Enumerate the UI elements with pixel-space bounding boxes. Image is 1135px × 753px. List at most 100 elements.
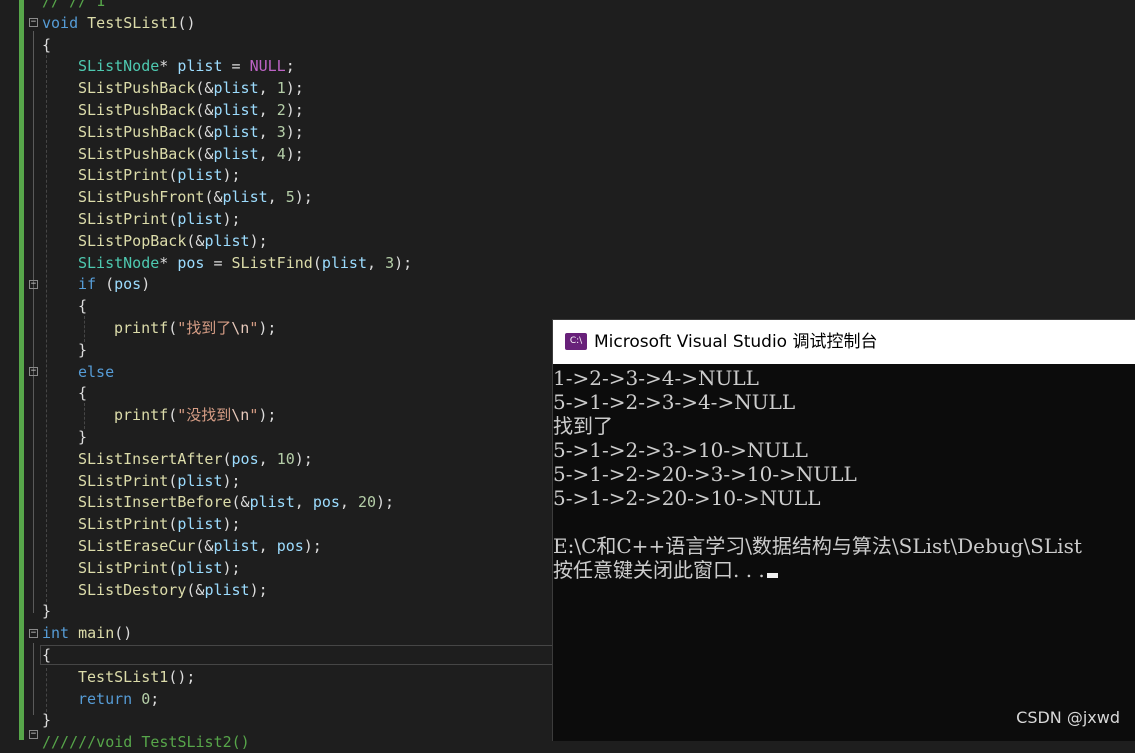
code-line[interactable]: } bbox=[78, 426, 87, 448]
code-token: () bbox=[177, 13, 196, 32]
code-token: SListEraseCur bbox=[78, 537, 196, 555]
code-token: NULL bbox=[249, 57, 286, 76]
code-token: ); bbox=[222, 515, 241, 534]
code-token: SListFind bbox=[231, 253, 313, 272]
code-line[interactable]: else bbox=[78, 361, 114, 383]
code-token: if bbox=[78, 275, 97, 294]
change-tracking-bar bbox=[19, 0, 24, 740]
code-token: pos bbox=[177, 253, 205, 272]
code-token: ); bbox=[294, 449, 313, 468]
code-token: (& bbox=[195, 144, 214, 163]
console-output-line: 5->1->2->3->4->NULL bbox=[553, 390, 795, 414]
console-output-text: 1->2->3->4->NULL bbox=[553, 366, 759, 390]
code-token: , bbox=[258, 79, 277, 98]
code-token: (); bbox=[168, 667, 196, 686]
code-token: SListPrint bbox=[78, 210, 169, 228]
code-line[interactable]: int main() bbox=[42, 622, 132, 644]
code-line[interactable]: SListPushBack(&plist, 4); bbox=[78, 143, 304, 165]
code-token: ); bbox=[222, 166, 241, 185]
code-token: pos bbox=[114, 275, 142, 294]
code-line[interactable]: SListEraseCur(&plist, pos); bbox=[78, 535, 322, 557]
code-token: 10 bbox=[276, 449, 295, 468]
code-line[interactable]: SListInsertBefore(&plist, pos, 20); bbox=[78, 491, 394, 513]
code-token: \n bbox=[231, 319, 250, 337]
code-token: // // 1 bbox=[42, 0, 106, 10]
fold-collapse-icon[interactable]: − bbox=[29, 18, 38, 27]
fold-collapse-icon[interactable]: − bbox=[29, 280, 38, 289]
code-line[interactable]: { bbox=[42, 644, 51, 666]
code-line[interactable]: void TestSList1() bbox=[42, 12, 196, 34]
code-token: SListNode bbox=[78, 253, 160, 272]
code-token: plist bbox=[177, 166, 223, 185]
code-token: printf bbox=[114, 406, 169, 425]
code-line[interactable]: TestSList1(); bbox=[78, 666, 195, 688]
code-token: ); bbox=[285, 101, 304, 119]
code-line[interactable]: SListPrint(plist); bbox=[78, 557, 241, 579]
code-line[interactable]: SListPrint(plist); bbox=[78, 208, 241, 230]
code-line[interactable]: SListNode* pos = SListFind(plist, 3); bbox=[78, 252, 412, 274]
code-token: " bbox=[249, 406, 259, 425]
code-token: (& bbox=[195, 537, 214, 555]
code-line[interactable]: { bbox=[42, 34, 51, 56]
code-token: ); bbox=[294, 188, 313, 207]
console-output-text: 按任意键关闭此窗口. . . bbox=[553, 558, 765, 582]
code-token: SListPushBack bbox=[78, 101, 196, 119]
code-token: , bbox=[339, 493, 358, 512]
code-line[interactable]: printf("没找到\n"); bbox=[114, 404, 276, 426]
code-token: " bbox=[249, 319, 259, 337]
code-line[interactable]: } bbox=[78, 339, 87, 361]
code-line[interactable]: return 0; bbox=[78, 688, 159, 710]
code-line[interactable]: SListPrint(plist); bbox=[78, 164, 241, 186]
code-token: SListPrint bbox=[78, 515, 169, 534]
fold-collapse-icon[interactable]: − bbox=[29, 730, 38, 739]
code-token: ); bbox=[258, 319, 277, 337]
code-line[interactable]: SListInsertAfter(pos, 10); bbox=[78, 448, 313, 470]
code-line[interactable]: SListDestory(&plist); bbox=[78, 579, 268, 601]
code-line[interactable]: { bbox=[78, 295, 87, 317]
code-token: "找到了 bbox=[177, 319, 232, 337]
code-line[interactable]: SListNode* plist = NULL; bbox=[78, 55, 295, 77]
console-titlebar[interactable]: C:\ Microsoft Visual Studio 调试控制台 bbox=[553, 320, 1135, 364]
code-token: plist bbox=[177, 57, 223, 76]
fold-collapse-icon[interactable]: − bbox=[29, 629, 38, 638]
code-line[interactable]: SListPopBack(&plist); bbox=[78, 230, 268, 252]
code-line[interactable]: printf("找到了\n"); bbox=[114, 317, 276, 339]
code-line[interactable]: SListPrint(plist); bbox=[78, 470, 241, 492]
code-line[interactable]: // // 1 bbox=[42, 0, 105, 12]
code-token: 5 bbox=[285, 188, 295, 207]
code-token: { bbox=[42, 35, 52, 54]
code-token: ); bbox=[285, 122, 304, 141]
code-token: 3 bbox=[385, 253, 395, 272]
code-token: main bbox=[78, 624, 115, 643]
code-token: plist bbox=[222, 188, 268, 207]
code-line[interactable]: if (pos) bbox=[78, 273, 150, 295]
code-line[interactable]: } bbox=[42, 709, 51, 731]
debug-console-window[interactable]: C:\ Microsoft Visual Studio 调试控制台 1->2->… bbox=[552, 319, 1135, 741]
code-line[interactable]: SListPushFront(&plist, 5); bbox=[78, 186, 313, 208]
code-line[interactable]: SListPushBack(&plist, 2); bbox=[78, 99, 304, 121]
code-token: void bbox=[42, 13, 79, 32]
code-token: pos bbox=[231, 449, 259, 468]
code-token: { bbox=[78, 384, 88, 403]
code-token: return bbox=[78, 689, 133, 708]
code-line[interactable]: { bbox=[78, 382, 87, 404]
code-token: ( bbox=[168, 319, 178, 337]
fold-collapse-icon[interactable]: − bbox=[29, 367, 38, 376]
text-cursor bbox=[766, 573, 778, 578]
code-token: ); bbox=[285, 79, 304, 98]
code-token: * bbox=[159, 253, 178, 272]
code-token: plist bbox=[213, 122, 259, 141]
code-line[interactable]: //////void TestSList2() bbox=[42, 731, 250, 753]
code-line[interactable]: } bbox=[42, 600, 51, 622]
code-token: ( bbox=[168, 515, 178, 534]
console-title: Microsoft Visual Studio 调试控制台 bbox=[594, 332, 878, 352]
code-line[interactable]: SListPrint(plist); bbox=[78, 513, 241, 535]
code-line[interactable]: SListPushBack(&plist, 3); bbox=[78, 121, 304, 143]
code-line[interactable]: SListPushBack(&plist, 1); bbox=[78, 77, 304, 99]
code-token: ); bbox=[258, 406, 277, 425]
watermark: CSDN @jxwd bbox=[1016, 708, 1120, 727]
code-token: SListPushBack bbox=[78, 144, 196, 163]
code-token: ( bbox=[222, 449, 232, 468]
